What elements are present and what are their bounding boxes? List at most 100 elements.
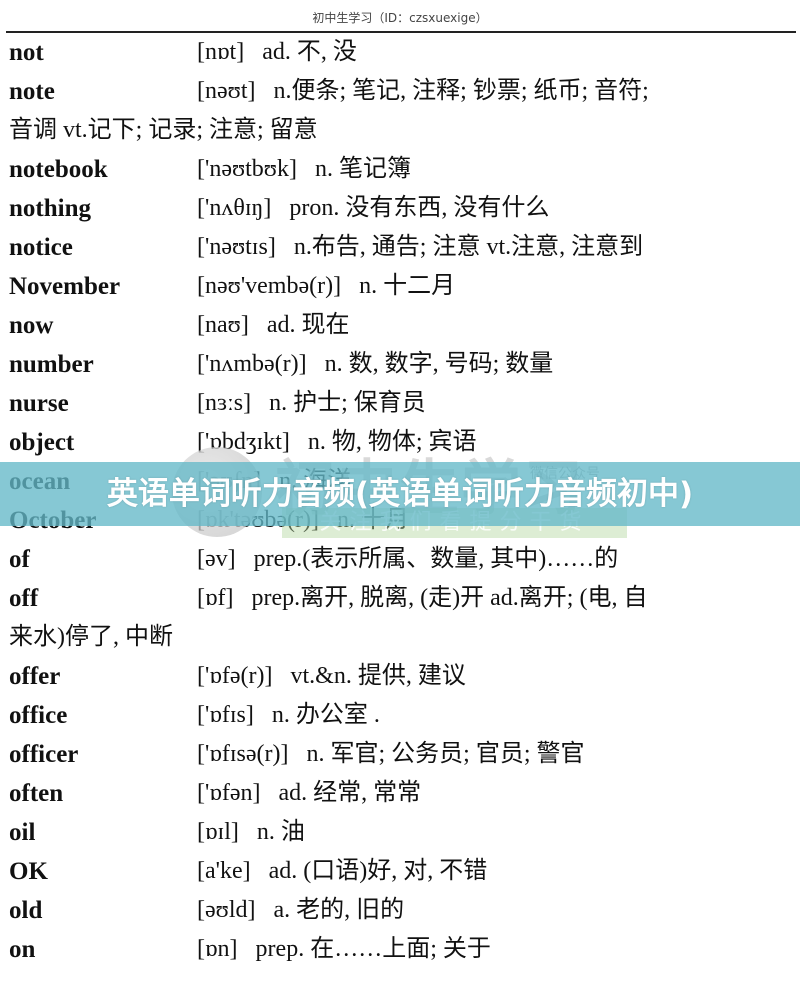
vocab-entry: off [ɒf] prep.离开, 脱离, (走)开 ad.离开; (电, 自 [0,579,800,618]
entry-phonetic: ['ɒfə(r)] [197,663,273,689]
entry-phonetic-and-definition: [nɒt] ad. 不, 没 [197,33,357,72]
entry-word: of [9,546,30,573]
entry-phonetic-and-definition: ['nəʊtɪs] n.布告, 通告; 注意 vt.注意, 注意到 [197,228,643,267]
entry-phonetic-and-definition: ['ɒfən] ad. 经常, 常常 [197,774,421,813]
vocab-entry: notebook ['nəʊtbʊk] n. 笔记簿 [0,150,800,189]
entry-definition: n. 军官; 公务员; 官员; 警官 [306,741,585,767]
entry-phonetic: ['nʌmbə(r)] [197,351,307,377]
entry-phonetic: ['nʌθɪŋ] [197,195,272,221]
entry-word: old [9,897,43,924]
entry-definition: ad. 现在 [266,312,350,338]
entry-phonetic: ['ɒfɪsə(r)] [197,741,289,767]
vocab-entry: OK [a'ke] ad. (口语)好, 对, 不错 [0,852,800,891]
entry-definition: n.便条; 笔记, 注释; 钞票; 纸币; 音符; [273,78,649,104]
vocab-entry: of [əv] prep.(表示所属、数量, 其中)……的 [0,540,800,579]
entry-phonetic-and-definition: [nɜːs] n. 护士; 保育员 [197,384,426,423]
entry-phonetic: ['nəʊtbʊk] [197,156,297,182]
entry-phonetic: [əv] [197,546,236,572]
entry-definition: pron. 没有东西, 没有什么 [289,195,550,221]
entry-word: nurse [9,390,69,417]
entry-phonetic: [əʊld] [197,897,256,923]
vocab-entry: notice ['nəʊtɪs] n.布告, 通告; 注意 vt.注意, 注意到 [0,228,800,267]
vocab-entry: office ['ɒfɪs] n. 办公室 . [0,696,800,735]
vocab-entry: not [nɒt] ad. 不, 没 [0,33,800,72]
vocab-entry: offer ['ɒfə(r)] vt.&n. 提供, 建议 [0,657,800,696]
entry-word: OK [9,858,48,885]
vocab-entry: old [əʊld] a. 老的, 旧的 [0,891,800,930]
entry-word: now [9,312,54,339]
entry-phonetic-and-definition: [əʊld] a. 老的, 旧的 [197,891,404,930]
entry-word: November [9,273,121,300]
entry-phonetic-and-definition: [naʊ] ad. 现在 [197,306,349,345]
entry-definition: n.布告, 通告; 注意 vt.注意, 注意到 [293,234,644,260]
vocab-entry: nothing ['nʌθɪŋ] pron. 没有东西, 没有什么 [0,189,800,228]
entry-definition: n. 笔记簿 [314,156,411,182]
page-header-source: 初中生学习（ID：czsxuexige） [312,11,488,25]
vocab-entry: oil [ɒɪl] n. 油 [0,813,800,852]
entry-phonetic-and-definition: ['ɒfɪsə(r)] n. 军官; 公务员; 官员; 警官 [197,735,585,774]
entry-phonetic-and-definition: ['ɒfɪs] n. 办公室 . [197,696,380,735]
entry-word: object [9,429,75,456]
vocab-entry-continuation: 音调 vt.记下; 记录; 注意; 留意 [0,111,800,150]
entry-word: notice [9,234,73,261]
entry-definition: prep. 在……上面; 关于 [255,936,491,962]
entry-word: not [9,39,44,66]
entry-definition-continued: 来水)停了, 中断 [9,624,173,650]
entry-phonetic-and-definition: [a'ke] ad. (口语)好, 对, 不错 [197,852,487,891]
vocab-entry: now [naʊ] ad. 现在 [0,306,800,345]
entry-phonetic-and-definition: [ɒf] prep.离开, 脱离, (走)开 ad.离开; (电, 自 [197,579,647,618]
entry-word: often [9,780,64,807]
entry-phonetic: ['ɒfɪs] [197,702,254,728]
entry-definition: prep.(表示所属、数量, 其中)……的 [253,546,619,572]
entry-phonetic-and-definition: [ɒɪl] n. 油 [197,813,305,852]
entry-word: officer [9,741,79,768]
entry-phonetic: [ɒf] [197,585,234,611]
entry-phonetic-and-definition: [nəʊ'vembə(r)] n. 十二月 [197,267,455,306]
banner-title: 英语单词听力音频(英语单词听力音频初中) [106,476,694,512]
entry-phonetic: [nəʊt] [197,78,256,104]
entry-word: nothing [9,195,91,222]
entry-word: note [9,78,55,105]
entry-definition-continued: 音调 vt.记下; 记录; 注意; 留意 [9,117,318,143]
entry-phonetic: [naʊ] [197,312,249,338]
entry-phonetic: ['nəʊtɪs] [197,234,276,260]
entry-phonetic-and-definition: ['nʌθɪŋ] pron. 没有东西, 没有什么 [197,189,549,228]
entry-definition: ad. 经常, 常常 [278,780,422,806]
entry-phonetic: ['ɒfən] [197,780,261,806]
entry-word: number [9,351,94,378]
entry-definition: ad. (口语)好, 对, 不错 [268,858,488,884]
entry-word: notebook [9,156,108,183]
vocab-entry: often ['ɒfən] ad. 经常, 常常 [0,774,800,813]
entry-word: on [9,936,36,963]
vocab-entry: note [nəʊt] n.便条; 笔记, 注释; 钞票; 纸币; 音符; [0,72,800,111]
entry-phonetic-and-definition: ['nəʊtbʊk] n. 笔记簿 [197,150,411,189]
entry-phonetic-and-definition: [əv] prep.(表示所属、数量, 其中)……的 [197,540,618,579]
vocab-entry: officer ['ɒfɪsə(r)] n. 军官; 公务员; 官员; 警官 [0,735,800,774]
entry-phonetic: [ɒɪl] [197,819,239,845]
entry-definition: prep.离开, 脱离, (走)开 ad.离开; (电, 自 [251,585,648,611]
entry-definition: a. 老的, 旧的 [273,897,405,923]
entry-phonetic: [nəʊ'vembə(r)] [197,273,342,299]
vocab-entry: on [ɒn] prep. 在……上面; 关于 [0,930,800,969]
entry-definition: n. 油 [256,819,305,845]
entry-definition: ad. 不, 没 [262,39,357,65]
entry-definition: n. 办公室 . [271,702,380,728]
entry-word: oil [9,819,36,846]
entry-word: office [9,702,68,729]
entry-phonetic: [nɜːs] [197,390,252,416]
vocab-entry: nurse [nɜːs] n. 护士; 保育员 [0,384,800,423]
entry-phonetic-and-definition: [ɒn] prep. 在……上面; 关于 [197,930,491,969]
